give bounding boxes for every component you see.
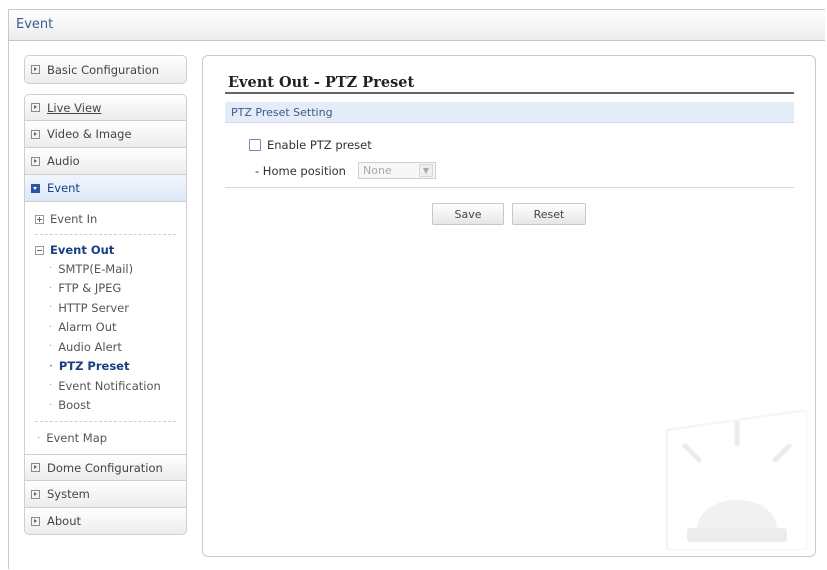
submenu-leaf-audio-alert[interactable]: · Audio Alert — [35, 337, 186, 357]
divider — [225, 187, 794, 188]
bullet-icon: · — [49, 282, 53, 294]
leaf-label: Event Notification — [58, 378, 161, 393]
bullet-icon: · — [49, 263, 53, 275]
leaf-label: Boost — [58, 398, 91, 413]
chevron-down-icon: ▼ — [418, 164, 433, 177]
bullet-icon: · — [49, 360, 53, 372]
leaf-label: FTP & JPEG — [58, 281, 122, 296]
minus-icon — [35, 245, 44, 255]
submenu-leaf-boost[interactable]: · Boost — [35, 396, 186, 416]
reset-button[interactable]: Reset — [512, 203, 586, 225]
home-position-label: - Home position — [255, 163, 346, 178]
leaf-label: HTTP Server — [58, 300, 129, 315]
bullet-icon: · — [49, 380, 53, 392]
submenu-item-label: Event Out — [50, 243, 115, 257]
sidebar-item-label: Event — [47, 181, 80, 195]
title-divider — [225, 92, 794, 94]
save-button[interactable]: Save — [432, 203, 504, 225]
sidebar-item-audio[interactable]: Audio — [24, 148, 187, 175]
page-header: Event — [9, 10, 825, 41]
expand-icon — [31, 156, 40, 166]
leaf-label: Alarm Out — [58, 320, 117, 335]
sidebar-item-label: Live View — [47, 100, 102, 115]
plus-icon — [35, 214, 44, 224]
leaf-label: Audio Alert — [58, 339, 122, 354]
divider — [35, 421, 176, 422]
sidebar-item-video-image[interactable]: Video & Image — [24, 121, 187, 148]
sidebar-item-live-view[interactable]: Live View — [24, 94, 187, 121]
expand-icon — [31, 65, 40, 74]
bullet-icon: · — [49, 341, 53, 353]
expand-icon — [31, 516, 40, 526]
page-title: Event Out - PTZ Preset — [228, 74, 415, 91]
submenu-leaf-event-notification[interactable]: · Event Notification — [35, 376, 186, 396]
leaf-label: PTZ Preset — [58, 359, 130, 374]
home-position-select[interactable]: None ▼ — [357, 162, 436, 179]
enable-ptz-preset-row: Enable PTZ preset — [249, 138, 372, 152]
sidebar: Basic Configuration Live View Video & Im… — [24, 55, 187, 535]
submenu-leaf-http-server[interactable]: · HTTP Server — [35, 298, 186, 318]
expand-icon — [31, 489, 40, 499]
expand-icon — [31, 129, 40, 139]
bullet-icon: · — [37, 432, 41, 444]
leaf-label: SMTP(E-Mail) — [58, 261, 134, 276]
submenu-item-label: Event In — [50, 212, 98, 226]
content-panel: Event Out - PTZ Preset PTZ Preset Settin… — [202, 55, 816, 557]
sidebar-item-label: Dome Configuration — [47, 460, 163, 475]
bullet-icon: · — [49, 321, 53, 333]
section-header: PTZ Preset Setting — [225, 102, 794, 123]
page-header-title: Event — [16, 17, 54, 32]
enable-ptz-preset-label: Enable PTZ preset — [267, 138, 372, 152]
bullet-icon: · — [49, 302, 53, 314]
sidebar-item-about[interactable]: About — [24, 508, 187, 535]
submenu-leaf-ftp-jpeg[interactable]: · FTP & JPEG — [35, 279, 186, 299]
alarm-light-icon — [666, 410, 807, 550]
sidebar-item-system[interactable]: System — [24, 481, 187, 508]
expand-icon — [31, 463, 40, 472]
divider — [35, 234, 176, 235]
expand-icon — [31, 103, 40, 112]
submenu-item-label: Event Map — [46, 431, 108, 445]
sidebar-item-basic-configuration[interactable]: Basic Configuration — [24, 55, 187, 84]
collapse-icon — [31, 183, 40, 193]
sidebar-item-label: Audio — [47, 154, 80, 168]
event-submenu: Event In Event Out · SMTP(E-Mail) · FTP & … — [24, 202, 187, 454]
sidebar-item-event[interactable]: Event — [24, 175, 187, 202]
sidebar-item-label: About — [47, 514, 82, 528]
submenu-leaf-smtp[interactable]: · SMTP(E-Mail) — [35, 259, 186, 279]
sidebar-item-dome-configuration[interactable]: Dome Configuration — [24, 454, 187, 481]
enable-ptz-preset-checkbox[interactable] — [249, 139, 261, 151]
submenu-leaf-ptz-preset[interactable]: · PTZ Preset — [35, 357, 186, 377]
submenu-leaf-alarm-out[interactable]: · Alarm Out — [35, 318, 186, 338]
sidebar-item-label: Video & Image — [47, 127, 132, 141]
submenu-item-event-map[interactable]: · Event Map — [35, 428, 186, 448]
submenu-item-event-out[interactable]: Event Out — [35, 241, 186, 259]
submenu-item-event-in[interactable]: Event In — [35, 210, 186, 228]
home-position-value: None — [362, 164, 392, 177]
bullet-icon: · — [49, 399, 53, 411]
sidebar-item-label: Basic Configuration — [47, 62, 160, 77]
sidebar-item-label: System — [47, 487, 90, 501]
home-position-row: - Home position None ▼ — [255, 162, 436, 179]
